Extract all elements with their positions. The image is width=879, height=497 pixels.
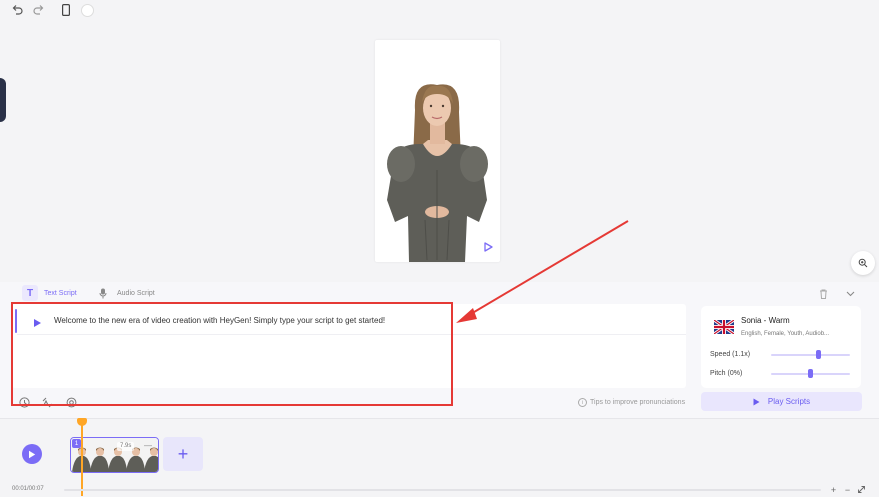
voice-name[interactable]: Sonia - Warm <box>741 316 790 325</box>
zoom-in-icon <box>858 258 868 268</box>
microphone-icon <box>95 285 111 301</box>
zoom-out-timeline-icon[interactable]: − <box>843 485 852 495</box>
add-scene-button[interactable]: + <box>163 437 203 471</box>
tab-text-script[interactable]: T Text Script <box>22 285 77 301</box>
scene-clip[interactable]: 1 7.9s — <box>70 437 159 473</box>
zoom-button[interactable] <box>851 251 875 275</box>
chevron-down-icon[interactable] <box>844 288 856 300</box>
redo-icon[interactable] <box>32 3 46 17</box>
playhead[interactable] <box>81 418 83 496</box>
play-icon <box>29 450 36 458</box>
zoom-in-timeline-icon[interactable]: + <box>829 485 838 495</box>
phone-icon[interactable] <box>59 3 73 17</box>
speed-label: Speed (1.1x) <box>710 351 751 358</box>
tab-audio-script[interactable]: Audio Script <box>95 285 155 301</box>
speed-slider[interactable] <box>771 354 850 356</box>
trash-icon[interactable] <box>817 288 829 300</box>
speed-slider-handle[interactable] <box>816 350 821 359</box>
pitch-slider-handle[interactable] <box>808 369 813 378</box>
timeline-scrollbar[interactable] <box>64 489 821 491</box>
pronunciation-tips-link[interactable]: i Tips to improve pronunciations <box>578 398 685 407</box>
timeline-play-button[interactable] <box>22 444 42 464</box>
pitch-label: Pitch (0%) <box>710 370 743 377</box>
play-scripts-button[interactable]: Play Scripts <box>701 392 862 411</box>
background-color-swatch[interactable] <box>81 4 94 17</box>
play-icon <box>753 398 760 405</box>
annotation-arrow <box>456 220 629 323</box>
voice-description: English, Female, Youth, Audiob... <box>741 331 830 337</box>
timeline-time: 00:01/00:07 <box>12 486 44 492</box>
expand-icon[interactable] <box>857 485 866 494</box>
clip-menu-icon[interactable]: — <box>143 442 153 451</box>
clip-index-badge: 1 <box>72 439 81 448</box>
plus-icon: + <box>177 443 189 464</box>
text-icon: T <box>22 285 38 301</box>
collapse-panel-handle[interactable] <box>0 78 6 122</box>
clip-duration: 7.9s <box>117 442 135 451</box>
undo-icon[interactable] <box>10 3 24 17</box>
info-icon: i <box>578 398 587 407</box>
uk-flag-icon <box>713 318 735 336</box>
highlight-annotation-box <box>11 302 453 406</box>
